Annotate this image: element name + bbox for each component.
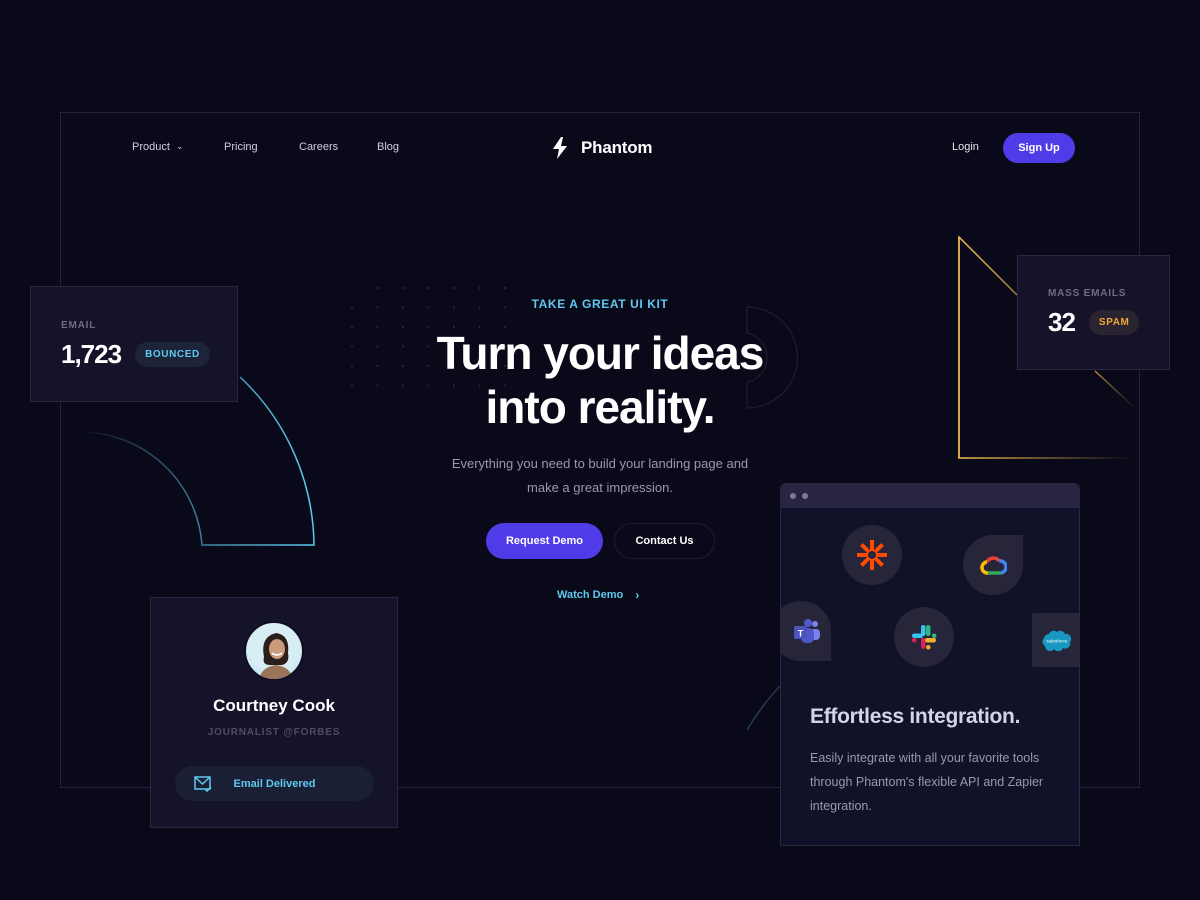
email-stat-label: EMAIL xyxy=(61,320,97,331)
mass-emails-value: 32 xyxy=(1048,307,1076,337)
nav-product-label: Product xyxy=(132,141,170,153)
microsoft-teams-icon: T xyxy=(794,619,820,643)
subtitle-line-1: Everything you need to build your landin… xyxy=(451,456,749,471)
nav-careers[interactable]: Careers xyxy=(299,141,338,153)
person-photo-icon xyxy=(258,633,294,679)
profile-role: JOURNALIST @FORBES xyxy=(207,727,341,738)
login-link[interactable]: Login xyxy=(952,141,979,153)
lightning-bolt-icon xyxy=(553,137,567,159)
google-cloud-app[interactable] xyxy=(963,535,1023,595)
microsoft-teams-app[interactable]: T xyxy=(781,601,831,661)
bounced-badge: BOUNCED xyxy=(135,342,210,367)
spam-badge: SPAM xyxy=(1088,310,1140,335)
integration-card: T salesforce Effortless integration. Eas… xyxy=(780,483,1080,846)
svg-text:T: T xyxy=(798,629,804,639)
salesforce-app[interactable]: salesforce xyxy=(1032,613,1079,667)
slack-icon xyxy=(912,625,937,650)
zapier-icon xyxy=(857,540,887,570)
zapier-app[interactable] xyxy=(842,525,902,585)
brand-name: Phantom xyxy=(581,138,653,157)
integration-title: Effortless integration. xyxy=(810,705,1021,728)
avatar xyxy=(244,621,304,681)
email-delivered-label: Email Delivered xyxy=(233,777,316,790)
google-cloud-icon xyxy=(980,556,1007,575)
watch-demo-label: Watch Demo xyxy=(557,589,624,601)
mass-emails-stat-card: MASS EMAILS 32 SPAM xyxy=(1017,255,1170,370)
email-stat-value: 1,723 xyxy=(61,339,122,369)
contact-us-button[interactable]: Contact Us xyxy=(614,523,715,559)
integration-description: Easily integrate with all your favorite … xyxy=(810,751,1044,813)
request-demo-button[interactable]: Request Demo xyxy=(486,523,603,559)
salesforce-icon: salesforce xyxy=(1042,630,1072,651)
email-stat-card: EMAIL 1,723 BOUNCED xyxy=(30,286,238,402)
brand-logo[interactable]: Phantom xyxy=(551,137,653,159)
nav-product[interactable]: Product ⌄ xyxy=(132,141,183,153)
profile-name: Courtney Cook xyxy=(213,696,335,715)
watch-demo-link[interactable]: Watch Demo › xyxy=(557,588,639,602)
slack-app[interactable] xyxy=(894,607,954,667)
profile-card: Courtney Cook JOURNALIST @FORBES Email D… xyxy=(150,597,398,828)
email-delivered-status[interactable]: Email Delivered xyxy=(175,766,374,801)
chevron-right-icon: › xyxy=(635,588,640,602)
window-dot xyxy=(790,493,796,499)
window-dot xyxy=(802,493,808,499)
window-titlebar xyxy=(781,484,1079,508)
mass-emails-label: MASS EMAILS xyxy=(1048,288,1127,299)
signup-button[interactable]: Sign Up xyxy=(1003,133,1075,163)
nav-pricing[interactable]: Pricing xyxy=(224,141,258,153)
nav-blog[interactable]: Blog xyxy=(377,141,399,153)
chevron-down-icon: ⌄ xyxy=(175,141,184,151)
svg-text:salesforce: salesforce xyxy=(1047,639,1068,644)
